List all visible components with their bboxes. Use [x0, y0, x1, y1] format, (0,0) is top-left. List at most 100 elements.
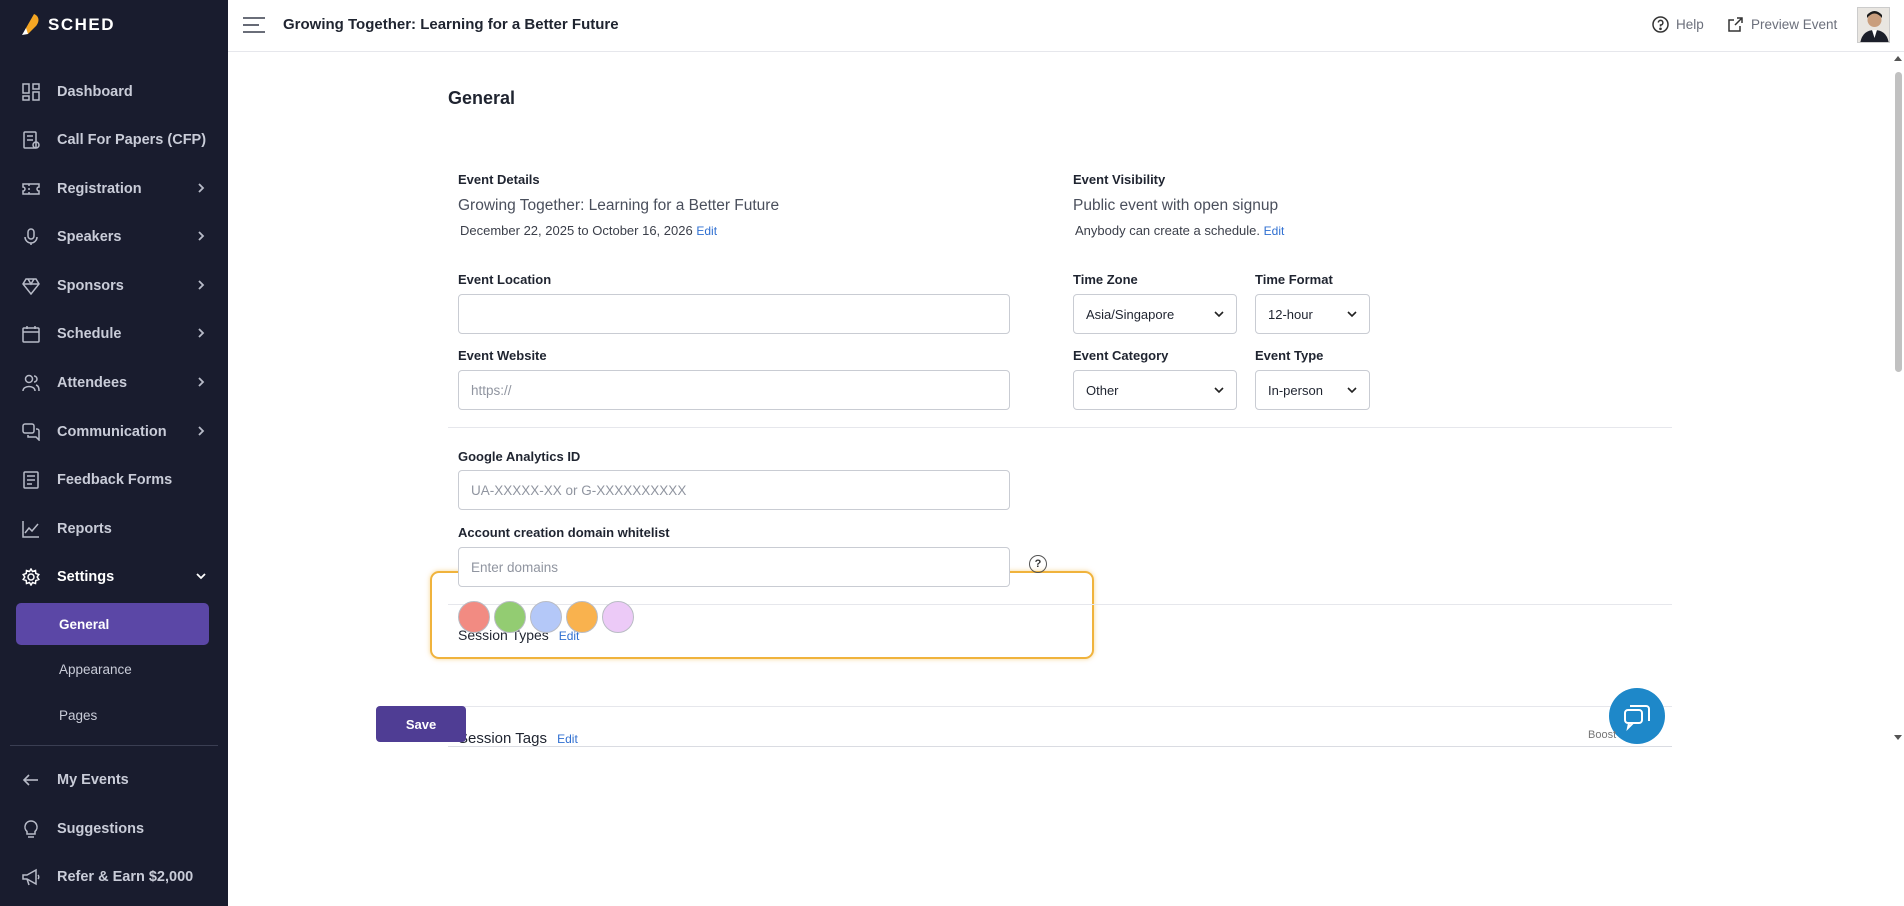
event-website-input[interactable]	[458, 370, 1010, 410]
event-category-label: Event Category	[1073, 348, 1169, 363]
page-title: General	[448, 88, 516, 108]
chevron-right-icon	[198, 231, 205, 241]
sidebar-item-speakers[interactable]: Speakers	[0, 220, 228, 254]
dashboard-icon	[22, 83, 40, 101]
help-label: Help	[1676, 17, 1704, 32]
sidebar-item-sponsors[interactable]: Sponsors	[0, 269, 228, 303]
event-visibility-label: Event Visibility	[1073, 172, 1166, 187]
preview-event-link[interactable]: Preview Event	[1727, 16, 1837, 33]
sidebar-item-label: Suggestions	[57, 821, 145, 837]
event-name: Growing Together: Learning for a Better …	[458, 197, 780, 214]
boost-label: Boost	[1588, 729, 1617, 741]
session-type-swatch[interactable]	[458, 601, 490, 633]
sidebar-divider	[10, 745, 218, 746]
sidebar-item-label: Attendees	[57, 375, 128, 391]
google-analytics-label: Google Analytics ID	[458, 449, 581, 464]
sidebar-item-suggestions[interactable]: Suggestions	[0, 812, 228, 846]
megaphone-icon	[22, 868, 40, 886]
main-content: General Event Details Growing Together: …	[228, 52, 1904, 906]
event-type-select[interactable]: In-person	[1255, 370, 1370, 410]
hamburger-menu-icon[interactable]	[242, 15, 266, 35]
chevron-down-icon	[1214, 387, 1224, 394]
session-type-swatch[interactable]	[602, 601, 634, 633]
chevron-down-icon	[1214, 311, 1224, 318]
sidebar-item-schedule[interactable]: Schedule	[0, 317, 228, 351]
chevron-right-icon	[198, 426, 205, 436]
google-analytics-input[interactable]	[458, 470, 1010, 510]
preview-event-label: Preview Event	[1751, 17, 1838, 32]
form-icon	[23, 471, 39, 489]
sidebar-item-communication[interactable]: Communication	[0, 415, 228, 449]
time-format-label: Time Format	[1255, 272, 1333, 287]
event-location-input[interactable]	[458, 294, 1010, 334]
help-circle-icon	[1652, 16, 1669, 33]
section-divider	[448, 427, 1672, 428]
chevron-right-icon	[198, 280, 205, 290]
session-type-swatch[interactable]	[494, 601, 526, 633]
lightbulb-icon	[24, 820, 38, 838]
chat-launcher-button[interactable]	[1609, 688, 1665, 744]
user-avatar[interactable]	[1857, 7, 1890, 43]
session-type-swatch[interactable]	[530, 601, 562, 633]
session-tags-row: Session Tags Edit	[458, 730, 578, 747]
cfp-icon	[23, 131, 40, 149]
event-type-label: Event Type	[1255, 348, 1324, 363]
rocket-logo-icon	[22, 14, 39, 35]
chevron-right-icon	[198, 183, 205, 193]
top-bar: Growing Together: Learning for a Better …	[228, 0, 1904, 52]
chart-icon	[22, 521, 39, 538]
chevron-right-icon	[198, 328, 205, 338]
sidebar-subitem-general[interactable]: General	[16, 603, 209, 645]
sidebar-item-attendees[interactable]: Attendees	[0, 366, 228, 400]
users-icon	[22, 374, 40, 392]
session-type-swatch[interactable]	[566, 601, 598, 633]
time-zone-select[interactable]: Asia/Singapore	[1073, 294, 1237, 334]
event-visibility-note: Anybody can create a schedule.	[1075, 223, 1261, 238]
sidebar-item-cfp[interactable]: Call For Papers (CFP)	[0, 123, 228, 157]
help-link[interactable]: Help	[1652, 16, 1704, 33]
time-format-select[interactable]: 12-hour	[1255, 294, 1370, 334]
event-visibility-note-row: Anybody can create a schedule. Edit	[1075, 223, 1284, 238]
scroll-down-arrow[interactable]	[1894, 735, 1902, 740]
sidebar-item-registration[interactable]: Registration	[0, 172, 228, 206]
sidebar-subitem-appearance[interactable]: Appearance	[16, 648, 209, 690]
edit-session-tags-link[interactable]: Edit	[557, 732, 578, 746]
edit-dates-link[interactable]: Edit	[696, 224, 717, 238]
sidebar: SCHED Dashboard Call For Papers (CFP) Re…	[0, 0, 228, 906]
edit-visibility-link[interactable]: Edit	[1264, 224, 1285, 238]
sidebar-item-refer-earn[interactable]: Refer & Earn $2,000	[0, 860, 228, 894]
help-tooltip-icon[interactable]: ?	[1029, 555, 1047, 573]
scroll-up-arrow[interactable]	[1894, 56, 1902, 61]
sidebar-item-feedback-forms[interactable]: Feedback Forms	[0, 463, 228, 497]
sidebar-item-settings[interactable]: Settings	[0, 560, 228, 594]
event-type-value: In-person	[1268, 382, 1323, 398]
sidebar-item-label: Schedule	[57, 326, 122, 342]
brand-name: SCHED	[48, 15, 116, 34]
sidebar-item-label: Sponsors	[57, 278, 124, 294]
scroll-thumb[interactable]	[1895, 72, 1902, 372]
domain-whitelist-input[interactable]	[458, 547, 1010, 587]
microphone-icon	[24, 228, 38, 245]
time-format-value: 12-hour	[1268, 306, 1313, 322]
section-divider	[448, 706, 1672, 707]
sidebar-item-label: Communication	[57, 424, 167, 440]
user-photo-icon	[1858, 8, 1889, 42]
sidebar-item-label: My Events	[57, 772, 129, 788]
time-zone-value: Asia/Singapore	[1086, 306, 1175, 322]
sidebar-item-dashboard[interactable]: Dashboard	[0, 75, 228, 109]
ticket-icon	[22, 183, 40, 195]
event-category-select[interactable]: Other	[1073, 370, 1237, 410]
save-button[interactable]: Save	[376, 706, 466, 742]
sidebar-item-label: Call For Papers (CFP)	[57, 132, 207, 148]
sidebar-subitem-pages[interactable]: Pages	[16, 694, 209, 736]
chevron-down-icon	[196, 573, 206, 580]
event-website-label: Event Website	[458, 348, 547, 363]
arrow-left-icon	[22, 774, 38, 786]
footer-divider	[448, 746, 1672, 747]
chevron-right-icon	[198, 377, 205, 387]
sidebar-item-reports[interactable]: Reports	[0, 512, 228, 546]
page-scrollbar[interactable]	[1892, 52, 1904, 906]
sidebar-item-my-events[interactable]: My Events	[0, 763, 228, 797]
event-dates-row: December 22, 2025 to October 16, 2026 Ed…	[460, 223, 717, 238]
sched-logo[interactable]: SCHED	[20, 12, 115, 38]
